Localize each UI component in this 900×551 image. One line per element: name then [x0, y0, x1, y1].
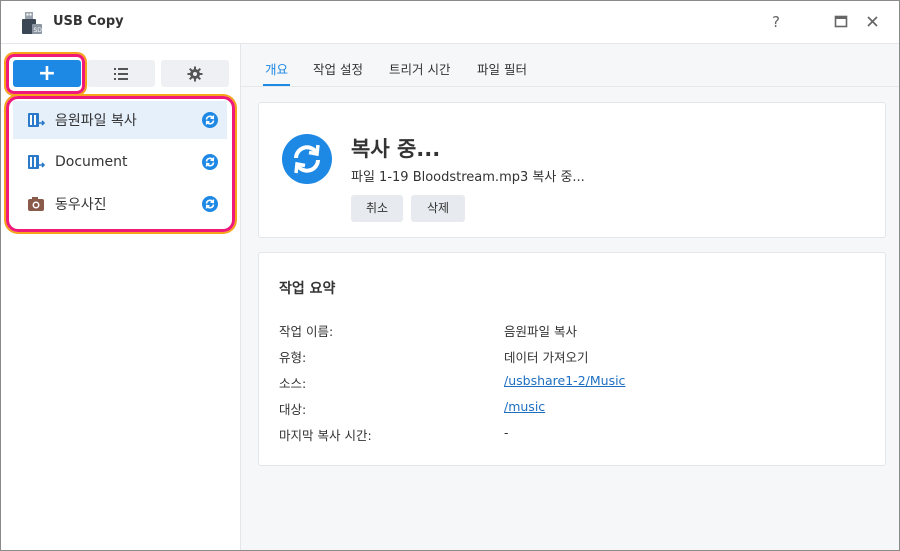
- summary-key: 소스:: [279, 376, 307, 391]
- help-button[interactable]: ?: [766, 12, 786, 32]
- tab-file-filter[interactable]: 파일 필터: [477, 44, 527, 86]
- settings-button[interactable]: [161, 60, 229, 87]
- delete-button[interactable]: 삭제: [411, 195, 465, 222]
- add-button-highlight: [6, 54, 85, 94]
- summary-value: -: [504, 425, 509, 440]
- status-detail: 파일 1-19 Bloodstream.mp3 복사 중...: [351, 170, 585, 185]
- usb-copy-app-icon: SD: [22, 12, 43, 34]
- svg-text:SD: SD: [34, 27, 43, 34]
- list-view-button[interactable]: [87, 60, 155, 87]
- list-icon: [114, 67, 128, 80]
- close-icon: [866, 16, 878, 27]
- summary-key: 유형:: [279, 350, 307, 365]
- gear-icon: [187, 66, 203, 81]
- task-list-highlight: [6, 96, 235, 232]
- maximize-icon: [834, 15, 848, 28]
- tab-bar: 개요 작업 설정 트리거 시간 파일 필터: [241, 44, 899, 87]
- status-card: 복사 중... 파일 1-19 Bloodstream.mp3 복사 중... …: [258, 102, 886, 238]
- task-summary-card: 작업 요약 작업 이름: 음원파일 복사 유형: 데이터 가져오기 소스: /u…: [258, 252, 886, 466]
- tab-task-settings[interactable]: 작업 설정: [313, 44, 363, 86]
- close-button[interactable]: [862, 12, 882, 32]
- status-title: 복사 중...: [351, 137, 441, 161]
- summary-key: 작업 이름:: [279, 324, 334, 339]
- usb-copy-window: SD USB Copy ? + 음원파일 복사 Document 동우사진 개요…: [0, 0, 900, 551]
- maximize-button[interactable]: [831, 12, 851, 32]
- sync-status-icon: [282, 134, 332, 184]
- summary-title: 작업 요약: [279, 281, 336, 297]
- source-path-link[interactable]: /usbshare1-2/Music: [504, 373, 625, 388]
- title-bar: SD USB Copy ?: [1, 1, 899, 44]
- sidebar: + 음원파일 복사 Document 동우사진: [1, 44, 241, 550]
- tab-overview[interactable]: 개요: [262, 44, 291, 86]
- summary-key: 마지막 복사 시간:: [279, 428, 372, 443]
- destination-path-link[interactable]: /music: [504, 399, 545, 414]
- tab-trigger-time[interactable]: 트리거 시간: [389, 44, 450, 86]
- summary-value: 데이터 가져오기: [504, 350, 589, 365]
- cancel-button[interactable]: 취소: [351, 195, 403, 222]
- window-title: USB Copy: [53, 14, 124, 29]
- summary-key: 대상:: [279, 402, 307, 417]
- summary-value: 음원파일 복사: [504, 324, 577, 339]
